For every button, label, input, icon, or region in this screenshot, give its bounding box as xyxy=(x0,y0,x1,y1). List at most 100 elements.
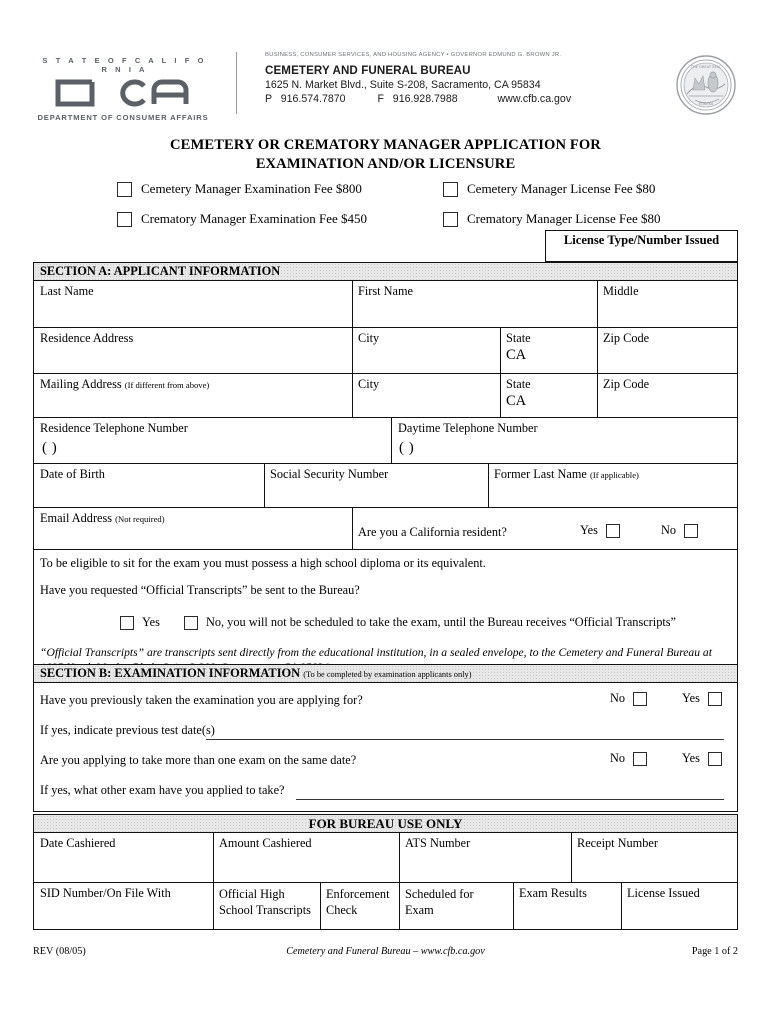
divider xyxy=(213,883,215,929)
residency-yes-option[interactable]: Yes xyxy=(580,523,620,538)
fee-label-crematory-license: Crematory Manager License Fee $80 xyxy=(467,211,661,226)
value-residence-state: CA xyxy=(506,347,527,363)
row-telephone: Residence Telephone Number ( ) Daytime T… xyxy=(34,417,737,463)
residency-no-label: No xyxy=(661,523,677,537)
footer-center-text: Cemetery and Funeral Bureau – www.cfb.ca… xyxy=(286,946,485,957)
fee-label-cemetery-license: Cemetery Manager License Fee $80 xyxy=(467,181,656,196)
agency-block: BUSINESS, CONSUMER SERVICES, AND HOUSING… xyxy=(265,52,685,105)
row-email-residency: Email Address (Not required) Are you a C… xyxy=(34,507,737,549)
checkbox-transcript-no[interactable] xyxy=(184,615,198,630)
q3-yes-option[interactable]: Yes xyxy=(682,751,722,766)
divider xyxy=(352,281,354,327)
bureau-use-header: FOR BUREAU USE ONLY xyxy=(34,815,737,833)
transcript-yes-label: Yes xyxy=(142,615,160,629)
section-b-body: Have you previously taken the examinatio… xyxy=(34,683,737,811)
bureau-name: CEMETERY AND FUNERAL BUREAU xyxy=(265,64,471,77)
form-title-line1: CEMETERY OR CREMATORY MANAGER APPLICATIO… xyxy=(170,137,601,153)
q3-no-option[interactable]: No xyxy=(610,751,648,766)
divider xyxy=(391,418,393,463)
section-a-table: SECTION A: APPLICANT INFORMATION Last Na… xyxy=(33,262,738,674)
fee-label-cemetery-exam: Cemetery Manager Examination Fee $800 xyxy=(141,181,362,196)
dca-logo-block: S T A T E O F C A L I F O R N I A DEPART… xyxy=(33,56,213,122)
checkbox-cemetery-license-fee[interactable] xyxy=(443,181,458,197)
label-email-address: Email Address (Not required) xyxy=(40,511,165,526)
form-title: CEMETERY OR CREMATORY MANAGER APPLICATIO… xyxy=(33,136,738,174)
label-residence-zip: Zip Code xyxy=(603,331,650,345)
q1-yes-label: Yes xyxy=(682,691,700,705)
checkbox-q1-yes[interactable] xyxy=(707,691,722,706)
residency-no-option[interactable]: No xyxy=(661,523,699,538)
section-b-table: SECTION B: EXAMINATION INFORMATION (To b… xyxy=(33,664,738,812)
checkbox-residency-no[interactable] xyxy=(684,523,699,538)
label-residence-state: State xyxy=(506,331,531,345)
transcript-no-option[interactable]: No, you will not be scheduled to take th… xyxy=(184,615,676,630)
checkbox-transcript-yes[interactable] xyxy=(120,615,134,630)
row-dob-ssn: Date of Birth Social Security Number For… xyxy=(34,463,737,507)
divider xyxy=(320,883,322,929)
q1-yes-option[interactable]: Yes xyxy=(682,691,722,706)
department-label: DEPARTMENT OF CONSUMER AFFAIRS xyxy=(37,113,209,122)
label-mailing-zip: Zip Code xyxy=(603,377,650,391)
agency-line: BUSINESS, CONSUMER SERVICES, AND HOUSING… xyxy=(265,52,562,58)
form-title-line2: EXAMINATION AND/OR LICENSURE xyxy=(255,156,516,172)
label-last-name: Last Name xyxy=(40,284,94,298)
other-exam-input[interactable] xyxy=(296,799,724,800)
label-residence-telephone: Residence Telephone Number xyxy=(40,421,188,435)
daytime-phone-paren: ( ) xyxy=(399,440,415,456)
divider xyxy=(571,833,573,882)
letterhead-divider xyxy=(236,52,237,114)
previous-test-dates-input[interactable] xyxy=(206,739,724,740)
transcript-question: Have you requested “Official Transcripts… xyxy=(40,583,360,597)
label-first-name: First Name xyxy=(358,284,413,298)
label-ats-number: ATS Number xyxy=(405,836,471,850)
checkbox-crematory-exam-fee[interactable] xyxy=(117,211,132,227)
label-mailing-state: State xyxy=(506,377,531,391)
label-mailing-address: Mailing Address (If different from above… xyxy=(40,377,209,392)
divider xyxy=(264,464,266,507)
label-enforcement-check: Enforcement Check xyxy=(326,887,390,917)
svg-text:EUREKA: EUREKA xyxy=(699,102,714,106)
section-a-header-label: SECTION A: APPLICANT INFORMATION xyxy=(40,264,281,278)
exam-previously-taken-question: Have you previously taken the examinatio… xyxy=(40,693,363,707)
label-california-resident-question: Are you a California resident? xyxy=(358,525,507,539)
fee-option-cemetery-license[interactable]: Cemetery Manager License Fee $80 xyxy=(443,181,655,197)
checkbox-crematory-license-fee[interactable] xyxy=(443,211,458,227)
label-date-of-birth: Date of Birth xyxy=(40,467,105,481)
bureau-contact-line: P 916.574.7870 F 916.928.7988 www.cfb.ca… xyxy=(265,93,685,105)
transcript-yes-option[interactable]: Yes xyxy=(120,615,160,630)
label-official-transcripts: Official High School Transcripts xyxy=(219,887,311,917)
divider xyxy=(352,328,354,373)
fee-option-crematory-exam[interactable]: Crematory Manager Examination Fee $450 xyxy=(117,211,367,227)
label-former-last-name: Former Last Name (If applicable) xyxy=(494,467,639,482)
fee-option-cemetery-exam[interactable]: Cemetery Manager Examination Fee $800 xyxy=(117,181,362,197)
divider xyxy=(500,328,502,373)
q3-yes-label: Yes xyxy=(682,751,700,765)
label-former-last-name-text: Former Last Name xyxy=(494,467,587,481)
fee-label-crematory-exam: Crematory Manager Examination Fee $450 xyxy=(141,211,367,226)
footer-page-number: Page 1 of 2 xyxy=(691,946,738,957)
checkbox-cemetery-exam-fee[interactable] xyxy=(117,181,132,197)
section-a-header: SECTION A: APPLICANT INFORMATION xyxy=(34,263,737,281)
row-mailing-address: Mailing Address (If different from above… xyxy=(34,373,737,417)
divider xyxy=(352,374,354,417)
value-mailing-state: CA xyxy=(506,393,527,409)
checkbox-q3-no[interactable] xyxy=(633,751,648,766)
checkbox-q3-yes[interactable] xyxy=(707,751,722,766)
fax-label: F xyxy=(377,93,384,105)
dca-logo-icon xyxy=(33,78,213,108)
label-residence-city: City xyxy=(358,331,380,345)
label-email-address-note: (Not required) xyxy=(115,514,165,524)
row-residence-address: Residence Address City State CA Zip Code xyxy=(34,327,737,373)
q1-no-label: No xyxy=(610,691,626,705)
website-url: www.cfb.ca.gov xyxy=(497,93,572,105)
bureau-use-row-1: Date Cashiered Amount Cashiered ATS Numb… xyxy=(34,833,737,882)
fee-option-crematory-license[interactable]: Crematory Manager License Fee $80 xyxy=(443,211,660,227)
letterhead: S T A T E O F C A L I F O R N I A DEPART… xyxy=(33,52,738,128)
checkbox-q1-no[interactable] xyxy=(633,691,648,706)
multiple-exams-question: Are you applying to take more than one e… xyxy=(40,753,357,767)
q1-no-option[interactable]: No xyxy=(610,691,648,706)
label-email-address-text: Email Address xyxy=(40,511,113,525)
divider xyxy=(500,374,502,417)
checkbox-residency-yes[interactable] xyxy=(605,523,620,538)
license-type-number-box[interactable]: License Type/Number Issued xyxy=(545,230,738,262)
